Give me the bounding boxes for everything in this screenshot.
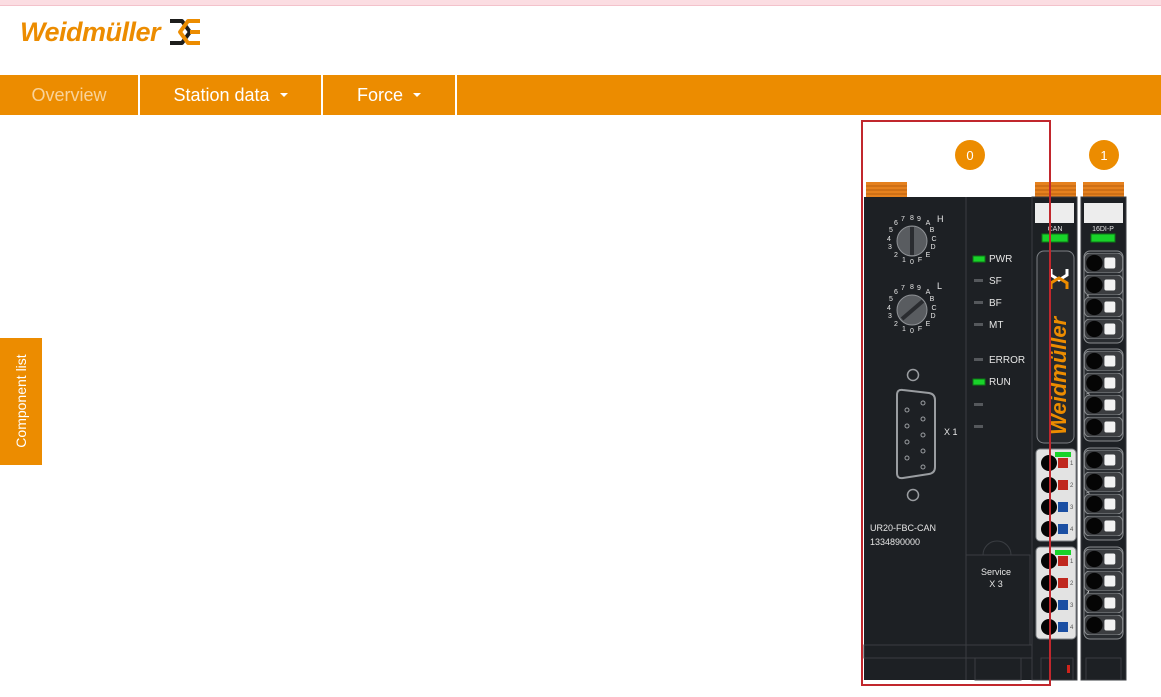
module-index-badge-1[interactable]: 1 — [1089, 140, 1119, 170]
label-plate — [1084, 203, 1123, 223]
module-1-16di-p[interactable]: 16DI-P 1 2 3 4 — [1080, 182, 1127, 681]
weidmuller-logo: Weidmüller — [20, 14, 202, 50]
top-notification-strip — [0, 0, 1161, 6]
led-unlabeled — [974, 403, 983, 406]
power-terminal-block[interactable]: 1 2 3 4 — [1035, 546, 1077, 640]
terminal-group-3[interactable]: 3 — [1083, 447, 1124, 541]
svg-text:BF: BF — [989, 298, 1002, 309]
svg-text:1: 1 — [902, 326, 906, 333]
svg-text:8: 8 — [910, 284, 914, 291]
power-error-led — [1067, 665, 1070, 673]
terminal-group-4[interactable]: 4 — [1083, 546, 1124, 640]
svg-text:9: 9 — [917, 216, 921, 223]
power-terminal-block[interactable]: 1 2 3 4 — [1035, 448, 1077, 542]
terminal-group-1[interactable]: 1 — [1083, 250, 1124, 344]
svg-text:5: 5 — [889, 296, 893, 303]
svg-text:D: D — [930, 313, 935, 320]
svg-text:4: 4 — [887, 236, 891, 243]
svg-text:1: 1 — [1100, 148, 1107, 163]
nav-overview-label: Overview — [31, 84, 107, 105]
svg-text:E: E — [926, 321, 931, 328]
nav-force-label: Force — [356, 84, 403, 105]
svg-text:F: F — [918, 326, 922, 333]
svg-text:2: 2 — [894, 252, 898, 259]
svg-text:6: 6 — [894, 289, 898, 296]
switch-label-h: H — [937, 214, 944, 224]
label-plate — [1035, 203, 1074, 223]
svg-text:0: 0 — [966, 148, 973, 163]
svg-text:6: 6 — [894, 220, 898, 227]
caret-down-icon — [413, 93, 421, 97]
nav-station-data-dropdown[interactable]: Station data — [140, 75, 323, 115]
svg-text:1: 1 — [902, 257, 906, 264]
module-type-label: 16DI-P — [1092, 226, 1114, 233]
module-order-number: 1334890000 — [870, 537, 920, 547]
station-diagram: 8 97 A6 B5 C4 D3 E2 F1 0 H 8 97 A6 B5 C4 D… — [861, 120, 1127, 686]
svg-text:MT: MT — [989, 320, 1003, 331]
svg-text:ERROR: ERROR — [989, 355, 1025, 366]
svg-text:E: E — [926, 252, 931, 259]
nav-overview[interactable]: Overview — [0, 75, 140, 115]
svg-text:RUN: RUN — [989, 377, 1011, 388]
component-list-label: Component list — [13, 354, 29, 448]
nav-station-data-label: Station data — [173, 84, 270, 105]
svg-text:A: A — [926, 289, 931, 296]
svg-text:SF: SF — [989, 276, 1002, 287]
svg-text:3: 3 — [888, 313, 892, 320]
terminal-group-2[interactable]: 2 — [1083, 348, 1124, 442]
nav-force-dropdown[interactable]: Force — [323, 75, 457, 115]
caret-down-icon — [279, 93, 288, 97]
logo-mark-icon — [170, 19, 201, 45]
svg-text:C: C — [931, 236, 936, 243]
logo-text: Weidmüller — [20, 16, 161, 47]
svg-text:7: 7 — [901, 216, 905, 223]
svg-text:B: B — [930, 227, 935, 234]
main-navbar: Overview Station data Force — [0, 75, 1161, 115]
component-list-tab[interactable]: Component list — [0, 338, 42, 465]
led-unlabeled — [974, 425, 983, 428]
module-0-head-station[interactable]: 8 97 A6 B5 C4 D3 E2 F1 0 H 8 97 A6 B5 C4 D… — [863, 182, 1078, 681]
svg-text:PWR: PWR — [989, 254, 1012, 265]
switch-label-l: L — [937, 281, 942, 291]
module-name: UR20-FBC-CAN — [870, 523, 936, 533]
svg-text:8: 8 — [910, 215, 914, 222]
svg-text:0: 0 — [910, 259, 914, 266]
svg-text:B: B — [930, 296, 935, 303]
module-status-led — [1090, 233, 1116, 243]
service-label: Service — [981, 567, 1011, 577]
svg-text:9: 9 — [917, 285, 921, 292]
svg-text:D: D — [930, 244, 935, 251]
svg-text:0: 0 — [910, 328, 914, 335]
svg-text:7: 7 — [901, 285, 905, 292]
svg-text:A: A — [926, 220, 931, 227]
svg-text:F: F — [918, 257, 922, 264]
svg-text:3: 3 — [888, 244, 892, 251]
service-port-label: X 3 — [989, 579, 1003, 589]
svg-text:4: 4 — [887, 305, 891, 312]
can-led — [1041, 233, 1069, 243]
connector-label: X 1 — [944, 427, 958, 437]
svg-text:C: C — [931, 305, 936, 312]
svg-text:2: 2 — [894, 321, 898, 328]
module-index-badge-0[interactable]: 0 — [955, 140, 985, 170]
svg-text:5: 5 — [889, 227, 893, 234]
